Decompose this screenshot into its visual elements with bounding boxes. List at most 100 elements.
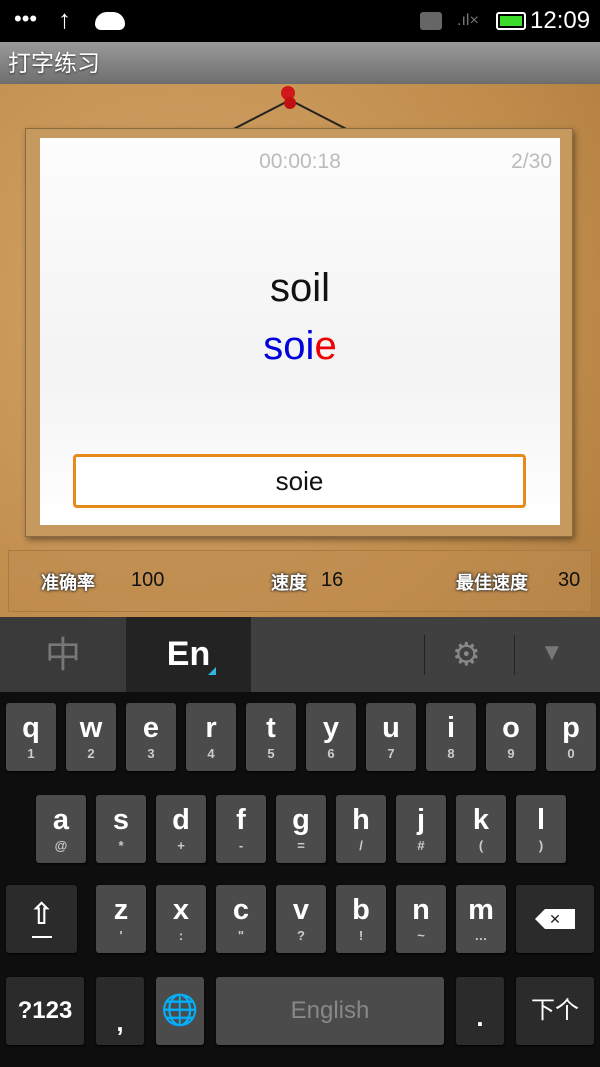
key-main-label: v [292, 894, 310, 926]
key-a[interactable]: a @ [36, 795, 86, 863]
accuracy-value: 100 [131, 569, 165, 591]
key-main-label: f [236, 804, 246, 836]
typing-input[interactable]: soie [73, 454, 526, 508]
key-alt-label: 3 [147, 746, 155, 761]
key-m[interactable]: m… [456, 885, 506, 953]
divider [514, 635, 515, 675]
key-n[interactable]: n ~ [396, 885, 446, 953]
upload-icon: ↑ [58, 4, 71, 34]
key-main-label: k [472, 804, 490, 836]
key-r[interactable]: r4 [186, 703, 236, 771]
key-p[interactable]: p0 [546, 703, 596, 771]
key-alt-label: 0 [567, 746, 575, 761]
divider [424, 635, 425, 675]
space-key[interactable]: English [216, 977, 444, 1045]
key-alt-label: 5 [267, 746, 275, 761]
key-e[interactable]: e3 [126, 703, 176, 771]
key-main-label: s [112, 804, 130, 836]
key-main-label: a [52, 804, 70, 836]
key-main-label: i [446, 712, 456, 744]
progress-counter: 2/30 [511, 150, 552, 173]
battery-icon [496, 12, 526, 30]
next-key[interactable]: 下个 [516, 977, 594, 1045]
key-alt-label: 1 [27, 746, 35, 761]
key-main-label: u [382, 712, 400, 744]
app-title: 打字练习 [0, 42, 600, 84]
key-w[interactable]: w2 [66, 703, 116, 771]
timer: 00:00:18 [259, 150, 341, 173]
key-c[interactable]: c " [216, 885, 266, 953]
key-main-label: d [172, 804, 190, 836]
key-main-label: r [205, 712, 217, 744]
key-alt-label: 6 [327, 746, 335, 761]
stats-bar: 准确率 100 速度 16 最佳速度 30 [8, 550, 592, 612]
typed-word: soie [40, 324, 560, 369]
key-b[interactable]: b! [336, 885, 386, 953]
key-y[interactable]: y6 [306, 703, 356, 771]
key-l[interactable]: l) [516, 795, 566, 863]
active-indicator-icon [208, 667, 216, 675]
backspace-key[interactable]: ✕ [516, 885, 594, 953]
key-g[interactable]: g = [276, 795, 326, 863]
key-t[interactable]: t5 [246, 703, 296, 771]
key-alt-label: … [474, 928, 488, 943]
comma-key[interactable]: , [96, 977, 144, 1045]
best-speed-label: 最佳速度 [456, 573, 528, 593]
key-alt-label: 8 [447, 746, 455, 761]
key-z[interactable]: z ' [96, 885, 146, 953]
period-key[interactable]: . [456, 977, 504, 1045]
key-alt-label: 4 [207, 746, 215, 761]
more-notifications-icon: ••• [14, 6, 38, 31]
key-main-label: l [536, 804, 546, 836]
key-main-label: c [232, 894, 250, 926]
target-word: soil [269, 266, 331, 310]
key-alt-label: ? [297, 928, 305, 943]
key-s[interactable]: s * [96, 795, 146, 863]
key-alt-label: 9 [507, 746, 515, 761]
key-alt-label: # [417, 838, 425, 853]
key-v[interactable]: v? [276, 885, 326, 953]
key-k[interactable]: k( [456, 795, 506, 863]
keyboard: ⇧ ✕ ?123 , 🌐 English . 下个 q1w2e3r4t5y6u7… [0, 692, 600, 1067]
language-globe-key[interactable]: 🌐 [156, 977, 204, 1045]
key-alt-label: + [177, 838, 185, 853]
status-bar: ••• ↑ .ıl× 12:09 [0, 0, 600, 42]
speed-value: 16 [321, 569, 344, 591]
key-i[interactable]: i8 [426, 703, 476, 771]
key-main-label: g [292, 804, 310, 836]
key-main-label: w [79, 712, 103, 744]
backspace-icon: ✕ [535, 909, 575, 929]
shift-key[interactable]: ⇧ [6, 885, 77, 953]
key-main-label: j [416, 804, 426, 836]
hide-keyboard-icon[interactable]: ▼ [540, 639, 564, 667]
key-main-label: n [412, 894, 430, 926]
symbols-key[interactable]: ?123 [6, 977, 84, 1045]
key-main-label: x [172, 894, 190, 926]
key-u[interactable]: u7 [366, 703, 416, 771]
key-main-label: q [22, 712, 40, 744]
signal-icon: .ıl× [457, 12, 479, 29]
key-alt-label: ) [538, 838, 544, 853]
key-main-label: m [468, 894, 494, 926]
key-alt-label: ! [358, 928, 364, 943]
key-main-label: o [502, 712, 520, 744]
key-q[interactable]: q1 [6, 703, 56, 771]
settings-gear-icon[interactable]: ⚙ [452, 635, 481, 673]
tab-chinese[interactable]: 中 [0, 617, 126, 692]
clock: 12:09 [530, 7, 591, 34]
key-j[interactable]: j # [396, 795, 446, 863]
key-h[interactable]: h / [336, 795, 386, 863]
key-alt-label: " [237, 928, 245, 943]
key-x[interactable]: x: [156, 885, 206, 953]
typed-correct: soi [263, 324, 315, 368]
tab-english[interactable]: En [126, 617, 251, 692]
key-o[interactable]: o9 [486, 703, 536, 771]
key-d[interactable]: d + [156, 795, 206, 863]
key-alt-label: 7 [387, 746, 395, 761]
ime-toolbar: 中 En ⚙ ▼ [0, 617, 600, 692]
key-main-label: e [142, 712, 160, 744]
sim-missing-icon [420, 12, 442, 30]
key-f[interactable]: f- [216, 795, 266, 863]
key-alt-label: = [297, 838, 305, 853]
key-main-label: t [266, 712, 276, 744]
